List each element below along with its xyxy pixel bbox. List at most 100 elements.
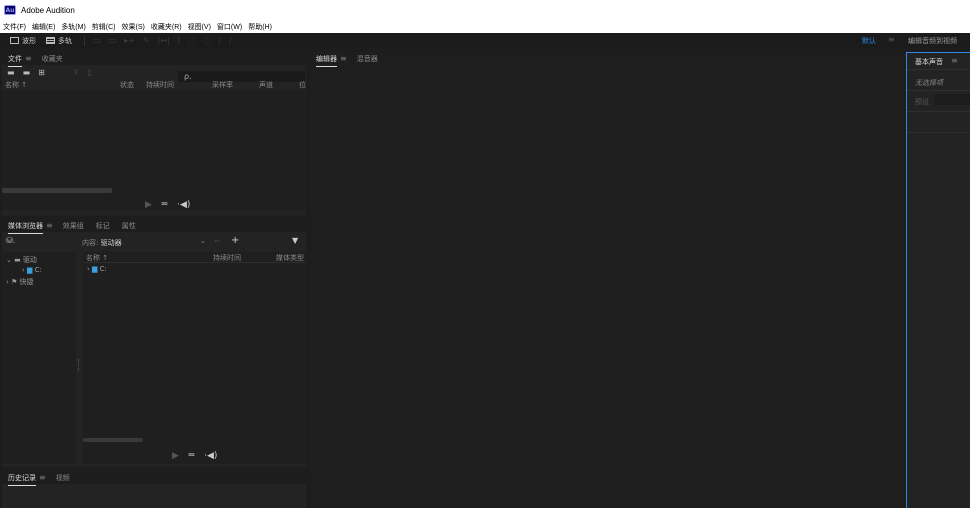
move-tool-icon[interactable]: ▸+ [124,36,135,45]
menu-file[interactable]: 文件(F) [3,22,26,32]
files-horizontal-scrollbar[interactable] [2,188,112,193]
menu-effects[interactable]: 效果(S) [122,22,145,32]
panel-menu-icon[interactable]: ≡ [340,54,347,63]
editor-panel: 编辑器 ≡ 混音器 [310,52,904,508]
files-preview-transport: ▶ ⮹ ·◀) [145,200,199,210]
tab-files[interactable]: 文件 [8,54,22,67]
location-menu-icon[interactable]: ⛁. [6,236,15,245]
loop-icon[interactable]: ⮹ [188,451,195,461]
tab-favorites[interactable]: 收藏夹 [42,54,63,64]
menu-view[interactable]: 视图(V) [188,22,211,32]
waveform-mode-button[interactable]: 波形 [10,36,36,46]
media-toolbar: ⛁. 内容: 驱动器 ⌄ ⇐ + ▼ [2,235,306,248]
razor-tool-icon[interactable]: ✎ [143,36,150,45]
tree-item-shortcuts[interactable]: › ⚑ 快捷 [6,277,34,287]
play-icon[interactable]: ▶ [145,200,152,210]
media-browser-panel: 媒体浏览器 ≡ 效果组 标记 属性 ⛁. 内容: 驱动器 ⌄ ⇐ + ▼ ⌄ ▬… [2,219,306,467]
tab-history[interactable]: 历史记录 [8,473,36,486]
panel-menu-icon[interactable]: ≡ [951,56,958,65]
menu-favorites[interactable]: 收藏夹(R) [151,22,182,32]
files-column-headers: 名称 ↑ 状态 持续时间 采样率 声道 位 [2,79,306,89]
tab-mixer[interactable]: 混音器 [357,54,378,64]
panel-menu-icon[interactable]: ≡ [39,473,46,482]
column-name[interactable]: 名称 ↑ [5,80,27,90]
menu-clip[interactable]: 剪辑(C) [92,22,116,32]
panel-divider [907,90,970,91]
panel-menu-icon[interactable]: ≡ [25,54,32,63]
waveform-icon [10,37,19,44]
marquee-tool-icon[interactable]: ⬚ [188,36,196,45]
window-title: Adobe Audition [21,5,75,15]
tab-media-browser[interactable]: 媒体浏览器 [8,221,43,234]
header-divider [83,262,306,263]
spot-healing-icon[interactable]: / [229,36,232,45]
brush-tool-icon[interactable]: / [219,36,222,45]
import-file-icon[interactable]: ▬ [23,68,31,77]
auto-play-icon[interactable]: ·◀) [177,200,190,210]
column-channels[interactable]: 声道 [259,80,273,90]
history-panel: 历史记录 ≡ 视频 [2,471,306,508]
essential-sound-panel: 基本声音 ≡ 无选择项 预设 [906,52,970,508]
list-item-label: C: [99,265,107,273]
media-folder-tree: ⌄ ▬ 驱动 › ▆ C: › ⚑ 快捷 [2,252,76,464]
media-horizontal-scrollbar[interactable] [83,438,143,442]
files-panel: 文件 ≡ 收藏夹 ▬ ▬ ⊞ ⇪ ▯ ρ. 名称 ↑ 状态 持续时间 采样率 声… [2,52,306,216]
loop-icon[interactable]: ⮹ [161,200,168,210]
toolbar-divider [84,35,85,46]
multitrack-mode-button[interactable]: 多轨 [46,36,72,46]
spectral-pitch-icon[interactable]: ▭ [109,36,117,45]
pane-divider-handle[interactable] [78,359,80,371]
no-selection-text: 无选择项 [915,79,943,87]
auto-play-icon[interactable]: ·◀) [204,451,217,461]
new-file-icon[interactable]: ⊞ [38,68,45,77]
media-panel-tabs: 媒体浏览器 ≡ 效果组 标记 属性 [2,219,306,234]
panel-divider [907,69,970,70]
column-bit-depth[interactable]: 位 [299,80,306,90]
add-shortcut-icon[interactable]: + [231,235,239,246]
preset-label: 预设 [915,98,929,106]
workspace-default[interactable]: 默认 [862,36,876,46]
insert-into-multitrack-icon[interactable]: ⇪ [73,68,80,77]
menu-multitrack[interactable]: 多轨(M) [61,22,86,32]
tab-effects-rack[interactable]: 效果组 [63,221,84,231]
lasso-tool-icon[interactable]: ◌ [204,36,211,45]
time-selection-icon[interactable]: I [178,36,180,45]
main-toolbar: 波形 多轨 ▭ ▭ ▸+ ✎ |↔| I ⬚ ◌ / / 默认 ≡ 编辑音频到视… [0,33,970,48]
panel-menu-icon[interactable]: ≡ [46,221,53,230]
menu-edit[interactable]: 编辑(E) [32,22,55,32]
list-item[interactable]: › ▆ C: [87,265,107,273]
chevron-down-icon[interactable]: ⌄ [200,237,206,245]
files-panel-tabs: 文件 ≡ 收藏夹 [2,52,306,67]
filter-icon[interactable]: ▼ [292,236,298,245]
column-status[interactable]: 状态 [120,80,134,90]
open-file-icon[interactable]: ▬ [7,68,15,77]
content-selector[interactable]: 内容: 驱动器 [82,238,122,248]
workspace-edit-audio-to-video[interactable]: 编辑音频到视频 [908,36,957,46]
tree-item-drive-c[interactable]: › ▆ C: [22,266,42,274]
spectral-frequency-icon[interactable]: ▭ [93,36,101,45]
tab-markers[interactable]: 标记 [96,221,110,231]
delete-file-icon[interactable]: ▯ [88,68,92,77]
panel-divider [907,132,970,133]
media-file-list[interactable]: 名称 ↑ 持续时间 媒体类型 › ▆ C: [83,252,306,464]
tab-video[interactable]: 视频 [56,473,70,483]
menu-help[interactable]: 帮助(H) [248,22,272,32]
tree-item-drives[interactable]: ⌄ ▬ 驱动 [6,255,37,265]
workspace-menu-icon[interactable]: ≡ [888,35,895,44]
multitrack-icon [46,37,55,44]
menu-window[interactable]: 窗口(W) [217,22,242,32]
tab-editor[interactable]: 编辑器 [316,54,337,67]
multitrack-mode-label: 多轨 [58,36,72,45]
editor-panel-tabs: 编辑器 ≡ 混音器 [310,52,904,67]
back-arrow-icon[interactable]: ⇐ [214,237,220,245]
play-icon[interactable]: ▶ [172,451,179,461]
column-sample-rate[interactable]: 采样率 [212,80,233,90]
tab-properties[interactable]: 属性 [122,221,136,231]
column-duration[interactable]: 持续时间 [146,80,174,90]
files-list[interactable] [2,90,306,210]
preset-dropdown[interactable] [934,94,970,105]
tab-essential-sound[interactable]: 基本声音 [915,57,943,70]
slip-tool-icon[interactable]: |↔| [158,36,170,45]
audition-logo-icon: Au [4,5,16,15]
tree-drives-label: 驱动 [22,256,37,264]
